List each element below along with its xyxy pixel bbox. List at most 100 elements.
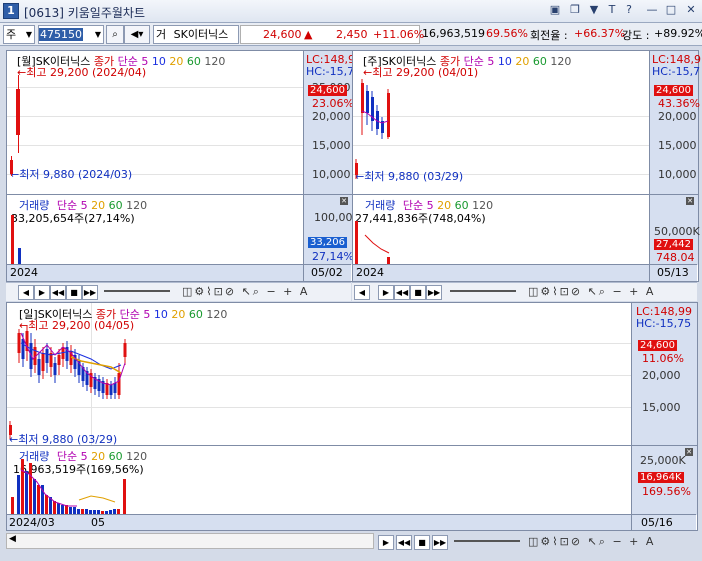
- monthly-price-area[interactable]: [월]SK이터닉스 종가 단순 5 10 20 60 120 ←최고 29,20…: [7, 51, 303, 194]
- daily-chart-panel: [일]SK이터닉스 종가 단순 5 10 20 60 120 ←최고 29,20…: [6, 302, 698, 531]
- weekly-price-area[interactable]: [주]SK이터닉스 종가 단순 5 10 20 60 120 ←최고 29,20…: [353, 51, 649, 194]
- rewind-icon[interactable]: ◀◀: [396, 535, 412, 550]
- monthly-candle: [16, 89, 20, 135]
- scroll-left-icon[interactable]: ◀: [18, 285, 34, 300]
- daily-candle: [109, 385, 113, 395]
- zoom-slider[interactable]: [454, 540, 520, 542]
- cursor-icon[interactable]: ↖: [242, 285, 253, 298]
- legend-ma120: 120: [204, 55, 226, 68]
- fast-forward-icon[interactable]: ▶▶: [426, 285, 442, 300]
- settings-icon[interactable]: ◫⚙⌇⊡⊘: [182, 285, 236, 298]
- chart-tools[interactable]: ◫⚙⌇⊡⊘ ↖⌕ − + A: [528, 285, 655, 299]
- monthly-vol-tag: 33,206: [308, 237, 347, 248]
- weekly-x-axis: 2024 05/13: [353, 264, 697, 281]
- daily-tick: 20,000: [642, 369, 681, 382]
- daily-candle: [113, 383, 117, 393]
- cursor-icon[interactable]: ↖: [588, 285, 599, 298]
- search-button[interactable]: ⌕: [106, 25, 124, 44]
- close-icon[interactable]: ✕: [685, 448, 693, 456]
- legend-ma10: 10: [497, 55, 512, 68]
- x-start: 2024: [10, 266, 38, 279]
- daily-vol-bar: [11, 497, 14, 515]
- volume-value: 16,963,519: [422, 27, 485, 40]
- magnify-icon[interactable]: ⌕: [599, 535, 607, 548]
- app-number-icon: 1: [3, 3, 19, 19]
- stop-icon[interactable]: ■: [66, 285, 82, 300]
- weekly-volume-area[interactable]: 거래량 단순 5 20 60 120 27,441,836주(748,04%): [353, 194, 649, 265]
- stop-icon[interactable]: ■: [414, 535, 430, 550]
- weekly-vol-bars: [364, 234, 390, 265]
- close-icon[interactable]: ✕: [686, 197, 694, 205]
- weekly-chart-panel: [주]SK이터닉스 종가 단순 5 10 20 60 120 ←최고 29,20…: [352, 50, 701, 282]
- daily-vol-bars: [11, 459, 126, 515]
- magnify-icon[interactable]: ⌕: [599, 285, 607, 298]
- minimize-icon[interactable]: —: [645, 3, 659, 17]
- help-icon[interactable]: ?: [622, 3, 636, 17]
- layout-icon[interactable]: ▣: [548, 3, 562, 17]
- rewind-icon[interactable]: ◀◀: [50, 285, 66, 300]
- daily-price-tag: 24,600: [638, 340, 677, 351]
- weekly-candles: [355, 79, 390, 179]
- zoom-slider[interactable]: [450, 290, 516, 292]
- text-icon[interactable]: T: [605, 3, 619, 17]
- fast-forward-icon[interactable]: ▶▶: [82, 285, 98, 300]
- daily-candle: [53, 363, 57, 375]
- chevron-down-icon: ▼: [25, 30, 32, 39]
- monthly-chart-panel: [월]SK이터닉스 종가 단순 5 10 20 60 120 ←최고 29,20…: [6, 50, 360, 282]
- settings-icon[interactable]: ◫⚙⌇⊡⊘: [528, 285, 582, 298]
- daily-candle: [9, 425, 12, 435]
- rewind-icon[interactable]: ◀◀: [394, 285, 410, 300]
- daily-candles: [9, 325, 127, 439]
- legend-ma60: 60: [532, 55, 547, 68]
- weekly-tick: 10,000: [658, 168, 697, 181]
- stock-name-field[interactable]: 거 SK이터닉스: [153, 25, 239, 44]
- maximize-icon[interactable]: □: [664, 3, 678, 17]
- monthly-y-axis: LC:148,9 HC:-15,7 25,000 24,600 23.06% 2…: [303, 51, 355, 194]
- weekly-candle: [361, 83, 364, 113]
- daily-candle: [17, 333, 21, 353]
- daily-volume-area[interactable]: 거래량 단순 5 20 60 120 16,963,519주(169,56%): [7, 445, 631, 515]
- legend-ma10: 10: [153, 308, 168, 321]
- settings-icon[interactable]: ◫⚙⌇⊡⊘: [528, 535, 582, 548]
- chart-tools[interactable]: ◫⚙⌇⊡⊘ ↖⌕ − + A: [182, 285, 309, 299]
- scroll-left-icon[interactable]: ◀: [9, 534, 16, 544]
- market-select[interactable]: 주 ▼: [3, 25, 35, 44]
- play-icon[interactable]: ▶: [378, 535, 394, 550]
- monthly-vol-value: 33,205,654주(27,14%): [11, 212, 135, 225]
- close-icon[interactable]: ✕: [340, 197, 348, 205]
- sound-button[interactable]: ◀▾: [124, 25, 150, 44]
- weekly-candle: [387, 93, 390, 137]
- market-value: 주: [6, 28, 17, 41]
- stock-name: SK이터닉스: [173, 28, 229, 41]
- legend-ma60: 60: [188, 308, 203, 321]
- price-change-pct: +11.06%: [373, 28, 425, 41]
- daily-x-axis: 2024/03 05 05/16: [7, 514, 696, 530]
- cursor-icon[interactable]: ↖: [588, 535, 599, 548]
- pin-icon[interactable]: ▼: [587, 3, 601, 17]
- close-icon[interactable]: ✕: [684, 3, 698, 17]
- fast-forward-icon[interactable]: ▶▶: [432, 535, 448, 550]
- zoom-slider[interactable]: [104, 290, 170, 292]
- legend-ma20: 20: [171, 308, 186, 321]
- daily-y-axis: LC:148,99 HC:-15,75 24,600 11.06% 20,000…: [631, 303, 697, 445]
- weekly-pct-tag: 43.36%: [658, 97, 700, 110]
- monthly-volume-area[interactable]: 거래량 단순 5 20 60 120 33,205,654주(27,14%) ✕: [7, 194, 347, 265]
- stop-icon[interactable]: ■: [410, 285, 426, 300]
- horizontal-scrollbar[interactable]: ◀: [6, 533, 374, 549]
- x-end: 05/16: [641, 516, 673, 529]
- daily-price-area[interactable]: [일]SK이터닉스 종가 단순 5 10 20 60 120 ←최고 29,20…: [7, 303, 631, 446]
- weekly-hc: HC:-15,7: [652, 65, 701, 78]
- daily-vol-bar: [33, 479, 36, 515]
- play-icon[interactable]: ▶: [378, 285, 394, 300]
- monthly-high-label: ←최고 29,200 (2024/04): [17, 66, 147, 79]
- scroll-left-icon[interactable]: ◀: [354, 285, 370, 300]
- play-icon[interactable]: ▶: [34, 285, 50, 300]
- strength-value: +89.92%: [654, 27, 702, 40]
- monthly-vol-bar: [11, 215, 14, 264]
- stock-code-input[interactable]: 475150 ▼: [38, 25, 104, 44]
- copy-window-icon[interactable]: ❐: [568, 3, 582, 17]
- chart-tools[interactable]: ◫⚙⌇⊡⊘ ↖⌕ − + A: [528, 535, 655, 549]
- monthly-controls: ◀ ▶ ◀◀ ■ ▶▶ ◫⚙⌇⊡⊘ ↖⌕ − + A: [6, 282, 351, 301]
- daily-vol-tag: 16,964K: [638, 472, 684, 483]
- magnify-icon[interactable]: ⌕: [253, 285, 261, 298]
